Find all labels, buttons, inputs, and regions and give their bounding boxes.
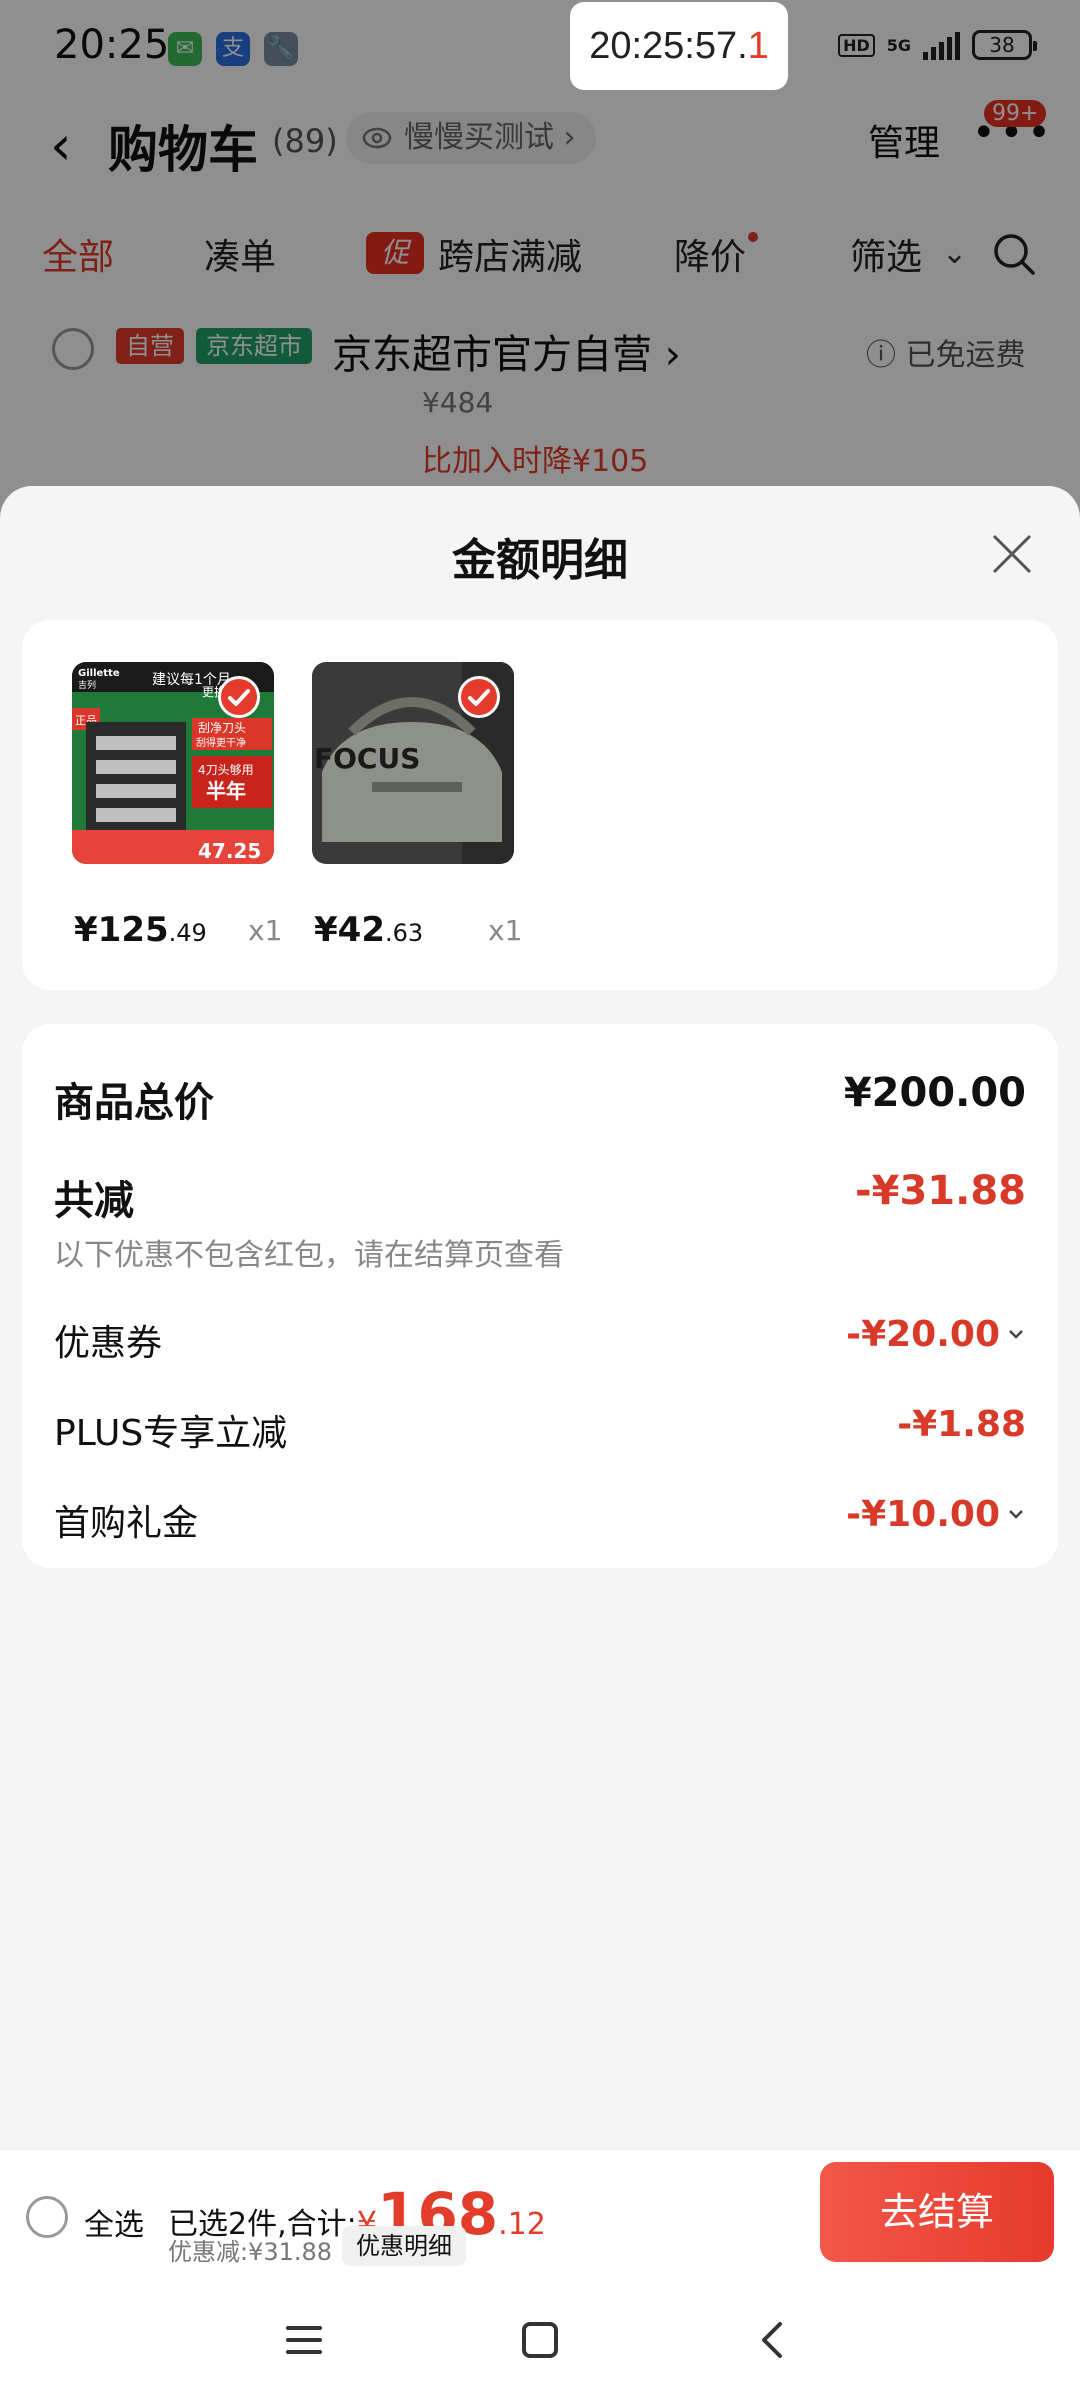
thumb-brand-cn: 吉列 [78, 679, 96, 691]
product-item[interactable]: Gillette 吉列 建议每1个月 更换 正品 刮净刀头 刮得更干净 4刀头够… [72, 662, 312, 962]
total-label: 商品总价 [54, 1080, 214, 1126]
discount-value: -¥31.88 [855, 1168, 1026, 1214]
thumb-feature-1: 刮净刀头 [198, 721, 246, 735]
home-icon[interactable] [516, 2316, 564, 2364]
sheet-title: 金额明细 [452, 535, 628, 586]
product-price: ¥125.49 [74, 910, 207, 950]
checkout-bar: 全选 已选2件,合计:¥168.12 优惠减:¥31.88 优惠明细 去结算 [0, 2150, 1080, 2276]
system-nav-bar [0, 2276, 1080, 2400]
discount-summary: 优惠减:¥31.88 [168, 2238, 333, 2266]
price-int: ¥42 [314, 910, 385, 950]
total-dec: .12 [498, 2207, 546, 2242]
overlay-clock: 20:25:57.1 [570, 2, 788, 90]
discount-note: 以下优惠不包含红包，请在结算页查看 [54, 1238, 564, 1273]
first-purchase-label: 首购礼金 [54, 1503, 199, 1544]
coupon-label: 优惠券 [54, 1323, 163, 1364]
thumb-price: 47.25 [198, 839, 261, 863]
back-icon[interactable] [750, 2316, 798, 2364]
chevron-down-icon[interactable] [1008, 1508, 1024, 1520]
plus-discount-value: -¥1.88 [897, 1404, 1026, 1445]
amount-detail-sheet: 金额明细 Gillette 吉列 建议每1个月 更换 正品 刮净刀头 刮得更干净… [0, 486, 1080, 2150]
price-int: ¥125 [74, 910, 169, 950]
select-all-radio[interactable] [26, 2196, 68, 2238]
overlay-clock-tenth: 1 [747, 25, 769, 67]
check-icon[interactable] [458, 676, 500, 718]
product-item[interactable]: FOCUS ¥42.63 x1 [312, 662, 552, 962]
thumb-feature-1b: 刮得更干净 [196, 736, 246, 749]
dim-overlay[interactable] [0, 0, 1080, 560]
checkout-button[interactable]: 去结算 [820, 2162, 1054, 2262]
selected-products: Gillette 吉列 建议每1个月 更换 正品 刮净刀头 刮得更干净 4刀头够… [22, 620, 1058, 990]
thumb-brand: Gillette [78, 668, 120, 679]
overlay-clock-main: 20:25:57. [589, 25, 748, 67]
product-price: ¥42.63 [314, 910, 423, 950]
menu-icon[interactable] [280, 2316, 328, 2364]
close-icon[interactable] [988, 530, 1036, 578]
plus-discount-label: PLUS专享立减 [54, 1413, 288, 1454]
product-qty: x1 [488, 914, 523, 947]
total-value: ¥200.00 [843, 1070, 1026, 1116]
discount-label: 共减 [54, 1178, 134, 1224]
select-all-label[interactable]: 全选 [84, 2200, 144, 2244]
price-summary-card: 商品总价 ¥200.00 共减 -¥31.88 以下优惠不包含红包，请在结算页查… [22, 1024, 1058, 1568]
price-dec: .63 [384, 919, 424, 947]
coupon-value[interactable]: -¥20.00 [846, 1314, 1000, 1355]
first-purchase-value[interactable]: -¥10.00 [846, 1494, 1000, 1535]
chevron-down-icon[interactable] [1008, 1328, 1024, 1340]
thumb-feature-2: 4刀头够用 [198, 763, 254, 777]
check-icon[interactable] [218, 676, 260, 718]
price-dec: .49 [168, 919, 207, 947]
thumb-feature-2b: 半年 [206, 779, 246, 803]
thumb-brand: FOCUS [314, 742, 420, 775]
product-qty: x1 [248, 914, 283, 947]
discount-detail-button[interactable]: 优惠明细 [342, 2226, 466, 2266]
